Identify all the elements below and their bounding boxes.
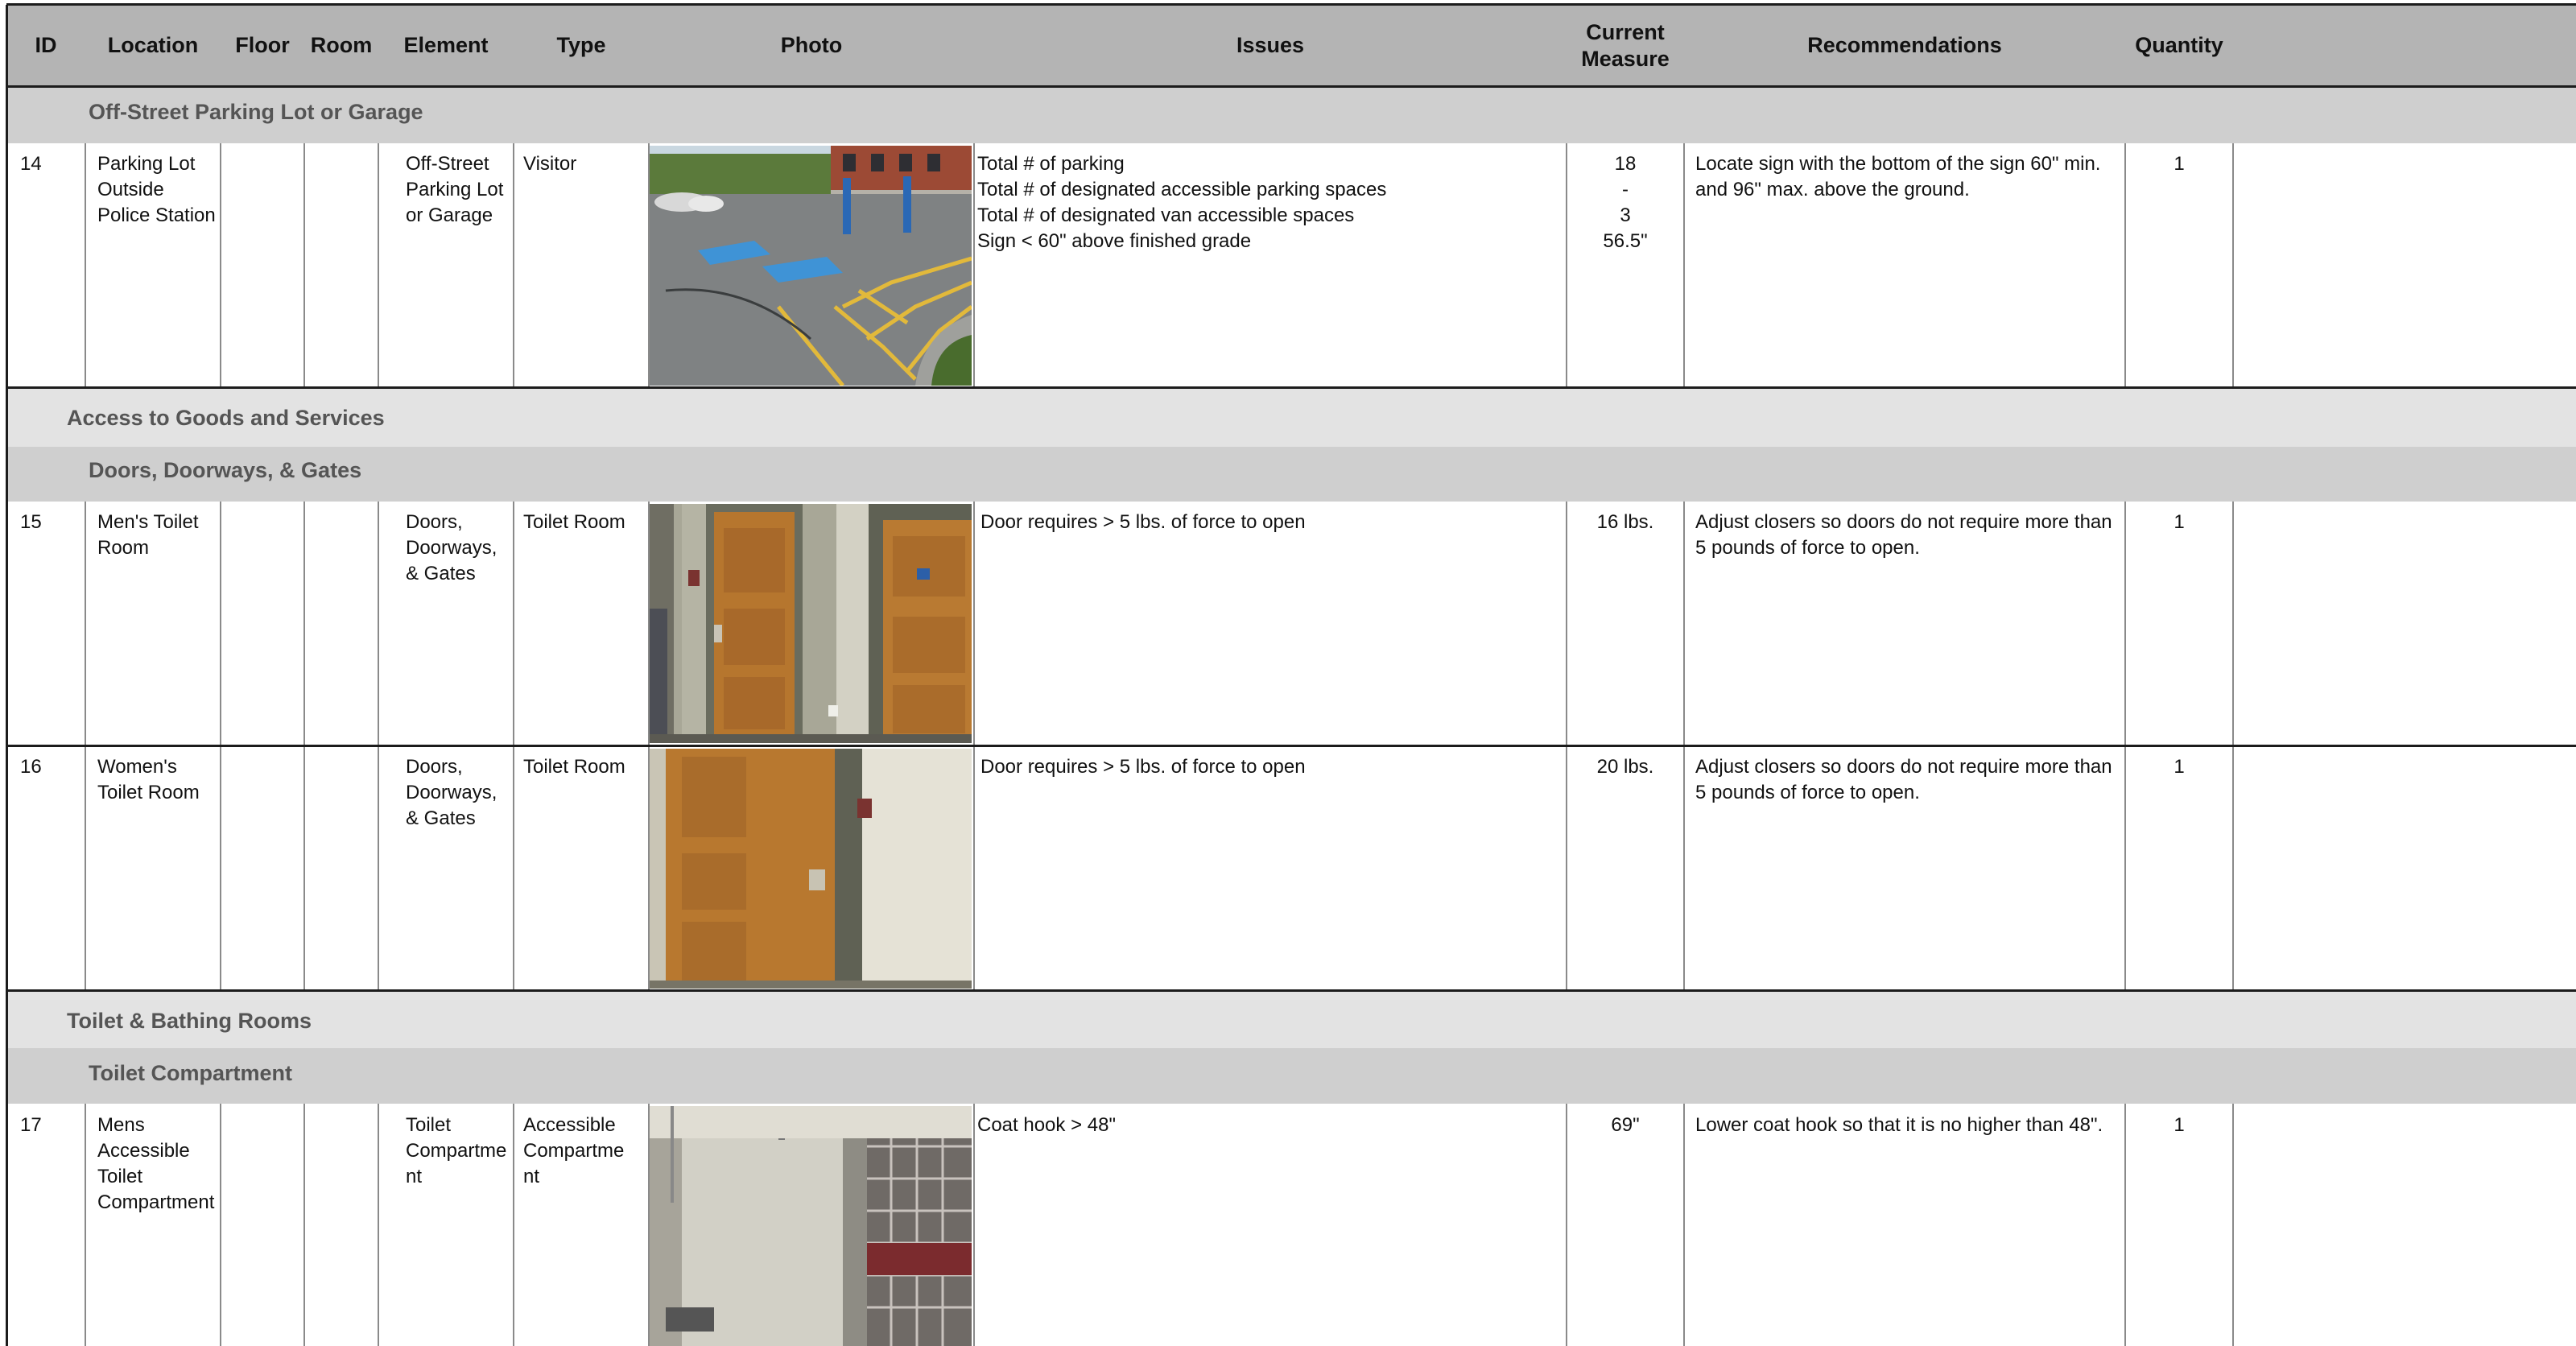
section-title-access: Access to Goods and Services (67, 406, 385, 430)
cell-type[interactable]: Toilet Room (523, 510, 644, 535)
cell-element[interactable]: Doors, Doorways, & Gates (406, 510, 512, 587)
col-header-current-measure[interactable]: Current Measure (1567, 5, 1684, 86)
cell-id[interactable]: 14 (20, 151, 42, 177)
cell-element[interactable]: Toilet Compartme nt (406, 1113, 512, 1190)
cell-quantity[interactable]: 1 (2126, 1113, 2232, 1138)
section-title-parking: Off-Street Parking Lot or Garage (89, 100, 423, 124)
cell-location[interactable]: Women's Toilet Room (97, 754, 218, 806)
measure-line: 56.5" (1603, 230, 1648, 252)
col-header-room[interactable]: Room (304, 5, 378, 86)
section-band-doors (6, 447, 2576, 502)
cell-recommendation[interactable]: Adjust closers so doors do not require m… (1695, 754, 2120, 806)
col-header-id[interactable]: ID (6, 5, 85, 86)
col-header-element[interactable]: Element (378, 5, 514, 86)
single-door-photo[interactable] (650, 749, 972, 989)
double-door-photo[interactable] (650, 504, 972, 743)
col-header-photo[interactable]: Photo (649, 5, 974, 86)
section-band-toilet (6, 992, 2576, 1048)
issue-line: Coat hook > 48" (977, 1114, 1116, 1136)
col-header-type[interactable]: Type (514, 5, 649, 86)
issue-line: Total # of designated accessible parking… (977, 179, 1387, 200)
cell-element[interactable]: Doors, Doorways, & Gates (406, 754, 512, 832)
toilet-compartment-photo[interactable] (650, 1106, 972, 1346)
cell-current-measure[interactable]: 69" (1567, 1113, 1683, 1138)
cell-id[interactable]: 16 (20, 754, 42, 780)
cell-element[interactable]: Off-Street Parking Lot or Garage (406, 151, 512, 229)
cell-location[interactable]: Mens Accessible Toilet Compartment (97, 1113, 218, 1216)
measure-line: 69" (1611, 1114, 1640, 1136)
section-title-doors: Doors, Doorways, & Gates (89, 458, 362, 482)
cell-id[interactable]: 15 (20, 510, 42, 535)
cell-type[interactable]: Visitor (523, 151, 644, 177)
col-header-location[interactable]: Location (85, 5, 221, 86)
cell-current-measure[interactable]: 18 - 3 56.5" (1567, 151, 1683, 254)
cell-quantity[interactable]: 1 (2126, 754, 2232, 780)
issue-line: Door requires > 5 lbs. of force to open (980, 511, 1306, 533)
col-header-quantity[interactable]: Quantity (2125, 5, 2233, 86)
col-header-issues[interactable]: Issues (974, 5, 1567, 86)
measure-line: 3 (1620, 204, 1631, 226)
cell-recommendation[interactable]: Lower coat hook so that it is no higher … (1695, 1113, 2120, 1138)
measure-line: 20 lbs. (1596, 756, 1654, 778)
cell-issues[interactable]: Door requires > 5 lbs. of force to open (980, 754, 1560, 780)
cell-id[interactable]: 17 (20, 1113, 42, 1138)
issue-line: Door requires > 5 lbs. of force to open (980, 756, 1306, 778)
section-band-access (6, 389, 2576, 447)
cell-current-measure[interactable]: 16 lbs. (1567, 510, 1683, 535)
issue-line: Total # of parking (977, 153, 1125, 175)
cell-issues[interactable]: Total # of parking Total # of designated… (977, 151, 1563, 254)
spreadsheet: ID Location Floor Room Element Type Phot… (0, 0, 2576, 1346)
parking-lot-photo[interactable] (650, 146, 972, 386)
cell-recommendation[interactable]: Locate sign with the bottom of the sign … (1695, 151, 2114, 203)
issue-line: Total # of designated van accessible spa… (977, 204, 1355, 226)
measure-line: 16 lbs. (1596, 511, 1654, 533)
cell-issues[interactable]: Coat hook > 48" (977, 1113, 1560, 1138)
measure-line: - (1622, 179, 1629, 200)
section-title-toilet: Toilet & Bathing Rooms (67, 1009, 312, 1033)
cell-recommendation[interactable]: Adjust closers so doors do not require m… (1695, 510, 2120, 561)
cell-quantity[interactable]: 1 (2126, 510, 2232, 535)
cell-type[interactable]: Accessible Compartme nt (523, 1113, 644, 1190)
section-title-compartment: Toilet Compartment (89, 1061, 293, 1085)
cell-type[interactable]: Toilet Room (523, 754, 644, 780)
measure-line: 18 (1614, 153, 1637, 175)
section-band-compartment (6, 1048, 2576, 1104)
cell-current-measure[interactable]: 20 lbs. (1567, 754, 1683, 780)
issue-line: Sign < 60" above finished grade (977, 230, 1252, 252)
cell-location[interactable]: Parking Lot Outside Police Station (97, 151, 218, 229)
cell-issues[interactable]: Door requires > 5 lbs. of force to open (980, 510, 1560, 535)
cell-location[interactable]: Men's Toilet Room (97, 510, 218, 561)
cell-quantity[interactable]: 1 (2126, 151, 2232, 177)
col-header-recommendations[interactable]: Recommendations (1684, 5, 2125, 86)
col-header-floor[interactable]: Floor (221, 5, 304, 86)
